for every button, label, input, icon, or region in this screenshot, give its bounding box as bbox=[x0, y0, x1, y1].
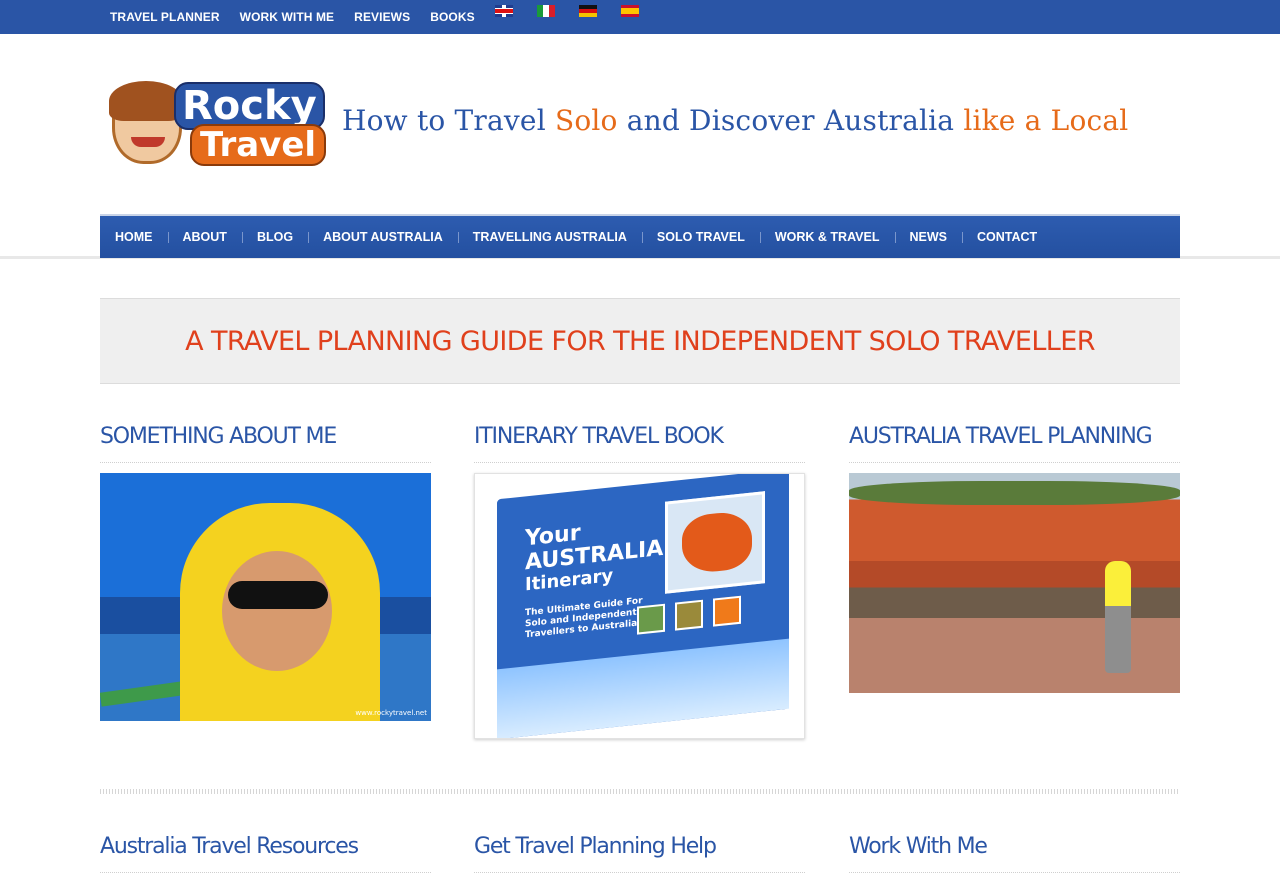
german-flag-icon[interactable] bbox=[578, 5, 597, 17]
book-subtitle: The Ultimate Guide For Solo and Independ… bbox=[525, 596, 643, 641]
tagline-part-3: and Discover Australia bbox=[617, 104, 964, 137]
nav-item-about-australia[interactable]: ABOUT AUSTRALIA bbox=[308, 230, 458, 244]
nav-item-contact[interactable]: CONTACT bbox=[962, 230, 1052, 244]
footer-column-title: Work With Me bbox=[849, 834, 1180, 873]
footer-column-resources: Australia Travel Resources bbox=[100, 834, 431, 873]
nav-item-news[interactable]: NEWS bbox=[894, 230, 963, 244]
footer-column-title: Australia Travel Resources bbox=[100, 834, 431, 873]
tagline-part-2: Solo bbox=[554, 104, 618, 137]
top-links: TRAVEL PLANNER WORK WITH ME REVIEWS BOOK… bbox=[110, 0, 663, 34]
person bbox=[1105, 561, 1131, 673]
face bbox=[222, 551, 332, 671]
italian-flag-icon[interactable] bbox=[536, 5, 555, 17]
top-bar: TRAVEL PLANNER WORK WITH ME REVIEWS BOOK… bbox=[0, 0, 1280, 34]
column-title[interactable]: AUSTRALIA TRAVEL PLANNING bbox=[849, 424, 1180, 463]
top-link-travel-planner[interactable]: TRAVEL PLANNER bbox=[110, 10, 220, 24]
top-link-work-with-me[interactable]: WORK WITH ME bbox=[240, 10, 335, 24]
column-title[interactable]: SOMETHING ABOUT ME bbox=[100, 424, 431, 463]
top-link-books[interactable]: BOOKS bbox=[430, 10, 475, 24]
footer-column-work-with-me: Work With Me bbox=[849, 834, 1180, 873]
coast-photo[interactable] bbox=[849, 473, 1180, 693]
intro-banner: A TRAVEL PLANNING GUIDE FOR THE INDEPEND… bbox=[100, 298, 1180, 384]
tagline-part-1: How to Travel bbox=[342, 104, 555, 137]
nav-item-about[interactable]: ABOUT bbox=[167, 230, 242, 244]
logo-face-icon bbox=[109, 81, 183, 164]
site-logo[interactable]: Rocky Travel bbox=[109, 80, 334, 170]
logo-text-rocky: Rocky bbox=[174, 82, 325, 130]
top-link-reviews[interactable]: REVIEWS bbox=[354, 10, 410, 24]
nav-item-solo-travel[interactable]: SOLO TRAVEL bbox=[641, 230, 760, 244]
logo-text-travel: Travel bbox=[190, 124, 327, 166]
section-divider bbox=[100, 789, 1180, 794]
book-thumb bbox=[637, 603, 665, 635]
sky-road-band bbox=[497, 638, 789, 738]
column-title[interactable]: ITINERARY TRAVEL BOOK bbox=[474, 424, 805, 463]
column-itinerary-book: ITINERARY TRAVEL BOOK Your AUSTRALIA Iti… bbox=[474, 424, 805, 739]
nav-item-travelling-australia[interactable]: TRAVELLING AUSTRALIA bbox=[457, 230, 642, 244]
site-tagline: How to Travel Solo and Discover Australi… bbox=[342, 104, 1128, 137]
book-thumb bbox=[675, 599, 703, 631]
nav-item-home[interactable]: HOME bbox=[100, 230, 168, 244]
tagline-part-4: like a Local bbox=[963, 104, 1129, 137]
nav-item-blog[interactable]: BLOG bbox=[241, 230, 308, 244]
footer-column-title: Get Travel Planning Help bbox=[474, 834, 805, 873]
spanish-flag-icon[interactable] bbox=[620, 5, 639, 17]
column-about-me: SOMETHING ABOUT ME www.rockytravel.net bbox=[100, 424, 431, 721]
nav-item-work-travel[interactable]: WORK & TRAVEL bbox=[759, 230, 895, 244]
bush bbox=[849, 481, 1180, 505]
australia-map-icon bbox=[665, 491, 765, 594]
footer-column-planning-help: Get Travel Planning Help bbox=[474, 834, 805, 873]
english-flag-icon[interactable] bbox=[494, 5, 513, 17]
column-travel-planning: AUSTRALIA TRAVEL PLANNING bbox=[849, 424, 1180, 693]
book-cover-photo[interactable]: Your AUSTRALIA Itinerary The Ultimate Gu… bbox=[474, 473, 805, 739]
book-cover: Your AUSTRALIA Itinerary The Ultimate Gu… bbox=[497, 474, 789, 738]
main-nav: HOME ABOUT BLOG ABOUT AUSTRALIA TRAVELLI… bbox=[100, 214, 1180, 258]
banner-title: A TRAVEL PLANNING GUIDE FOR THE INDEPEND… bbox=[185, 325, 1095, 357]
sunglasses bbox=[228, 581, 328, 609]
book-thumb bbox=[713, 595, 741, 627]
portrait-photo[interactable]: www.rockytravel.net bbox=[100, 473, 431, 721]
photo-watermark: www.rockytravel.net bbox=[355, 709, 427, 717]
